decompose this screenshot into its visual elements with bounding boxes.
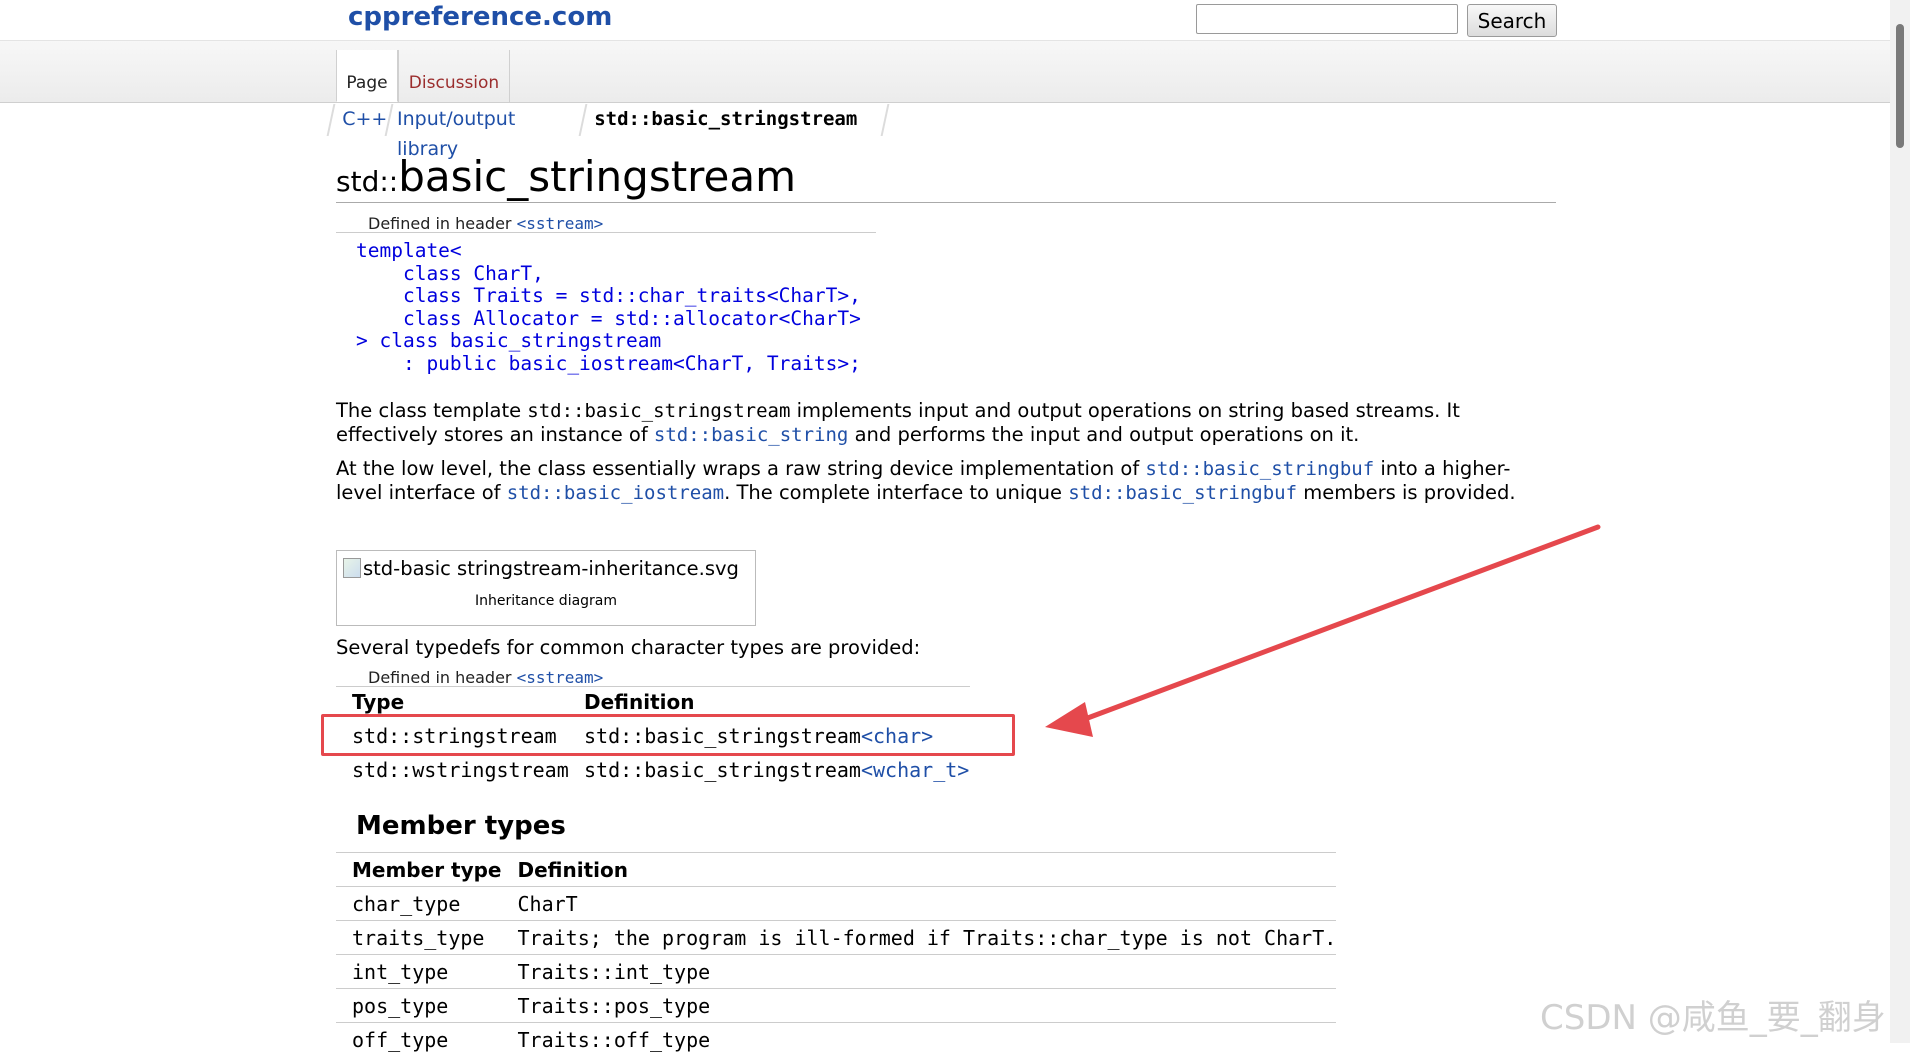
member-type-name: traits_type [336,921,502,955]
typedefs-intro: Several typedefs for common character ty… [336,636,1556,660]
search-button[interactable]: Search [1467,4,1557,37]
broken-image-icon [343,558,361,578]
member-type-name: int_type [336,955,502,989]
member-types-table: Member type Definition char_typeCharT tr… [336,852,1336,1056]
typedef-wstringstream: std::wstringstream [352,758,569,782]
table-row: int_typeTraits::int_type [336,955,1336,989]
member-types-heading: Member types [356,811,566,841]
basic-iostream-link[interactable]: std::basic_iostream [507,482,724,504]
decl-line-6: : public basic_iostream<CharT, Traits>; [356,352,861,375]
table-row: off_typeTraits::off_type [336,1023,1336,1056]
sstream-header-link[interactable]: <sstream> [517,214,604,233]
diagram-alt-text: std-basic stringstream-inheritance.svg [363,557,739,580]
site-title-link[interactable]: cppreference.com [348,2,612,32]
page-title: std::basic_stringstream [336,152,1556,203]
description-paragraph-1: The class template std::basic_stringstre… [336,399,1556,447]
member-type-definition: Traits; the program is ill-formed if Tra… [502,921,1337,955]
typedefs-defined-in: Defined in header <sstream> [368,668,603,687]
p2-text-e: . The complete interface to unique [724,481,1068,504]
breadcrumb-io-library[interactable]: Input/output library [385,104,590,136]
typedef-wstringstream-definition: std::basic_stringstream<wchar_t> [584,758,969,782]
typedefs-divider [336,686,970,687]
typedefs-defined-in-label: Defined in header [368,668,517,687]
decl-line-3[interactable]: class Traits = std::char_traits<CharT>, [356,284,861,307]
scrollbar-thumb[interactable] [1896,24,1904,148]
decl-line-5: > class basic_stringstream [356,329,661,352]
member-type-definition: Traits::int_type [502,955,1337,989]
typedefs-sstream-header-link[interactable]: <sstream> [517,668,604,687]
member-col-type: Member type [336,853,502,887]
class-declaration: template< class CharT, class Traits = st… [356,240,861,375]
breadcrumb-current: std::basic_stringstream [579,104,890,136]
tab-discussion[interactable]: Discussion [398,50,510,102]
decl-line-1: template< [356,239,462,262]
tab-page[interactable]: Page [336,50,398,102]
member-type-name: pos_type [336,989,502,1023]
diagram-image-alt: std-basic stringstream-inheritance.svg [343,557,739,580]
table-row: pos_typeTraits::pos_type [336,989,1336,1023]
typedefs-header-definition: Definition [584,690,694,714]
csdn-watermark: CSDN @咸鱼_要_翻身 [1540,990,1886,1039]
member-type-definition: Traits::pos_type [502,989,1337,1023]
defined-in-label: Defined in header [368,214,517,233]
decl-line-4[interactable]: class Allocator = std::allocator<CharT> [356,307,861,330]
diagram-caption: Inheritance diagram [337,593,755,609]
table-row: char_typeCharT [336,887,1336,921]
typedefs-header-type: Type [352,690,404,714]
search-input[interactable] [1196,4,1458,34]
basic-stringbuf-link-1[interactable]: std::basic_stringbuf [1145,458,1374,480]
site-header: cppreference.com Search Page Discussion [0,0,1890,103]
member-col-definition: Definition [502,853,1337,887]
p2-text-g: members is provided. [1297,481,1516,504]
basic-stringbuf-link-2[interactable]: std::basic_stringbuf [1068,482,1297,504]
basic-string-link[interactable]: std::basic_string [654,424,848,446]
p2-text-a: At the low level, the class essentially … [336,457,1145,480]
declaration-divider [336,232,876,233]
description-paragraph-2: At the low level, the class essentially … [336,457,1556,505]
table-row: traits_typeTraits; the program is ill-fo… [336,921,1336,955]
inheritance-diagram[interactable]: std-basic stringstream-inheritance.svg I… [336,550,756,626]
typedef-row2-arg[interactable]: <wchar_t> [861,758,969,782]
breadcrumb-current-label: std::basic_stringstream [594,104,857,134]
page-title-prefix: std:: [336,165,398,198]
vertical-scrollbar[interactable] [1890,0,1910,1043]
member-table-header-row: Member type Definition [336,853,1336,887]
p1-text-a: The class template [336,399,527,422]
breadcrumb-cpp-label: C++ [342,104,387,134]
declaration-defined-in: Defined in header <sstream> [368,214,603,233]
page-title-main: basic_stringstream [398,152,796,201]
decl-line-2: class CharT, [356,262,544,285]
p1-text-e: and performs the input and output operat… [848,423,1359,446]
p1-code-class: std::basic_stringstream [527,400,790,422]
annotation-highlight-box [321,714,1015,756]
member-type-name: char_type [336,887,502,921]
member-type-name: off_type [336,1023,502,1056]
typedef-row2-base: std::basic_stringstream [584,758,861,782]
header-top-strip [0,0,1890,41]
member-type-definition: Traits::off_type [502,1023,1337,1056]
member-type-definition: CharT [502,887,1337,921]
